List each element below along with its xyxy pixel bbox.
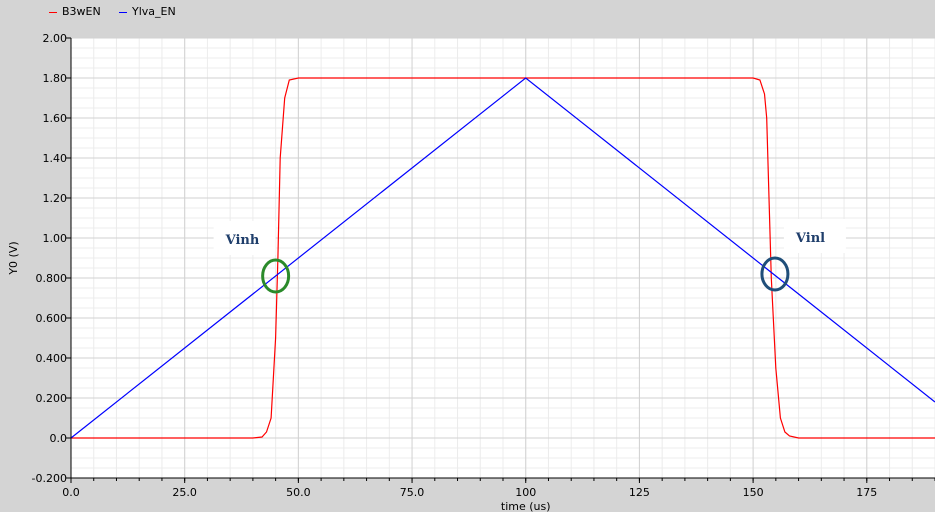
y-tick-label: 1.00	[43, 232, 68, 245]
y-tick-label: 1.40	[43, 152, 68, 165]
annotation-label-2: Vinl	[795, 231, 825, 246]
y-tick-label: 1.60	[43, 112, 68, 125]
x-tick-label: 25.0	[172, 486, 197, 499]
y-axis-label: Y0 (V)	[7, 241, 20, 275]
y-tick-label: 0.600	[36, 312, 68, 325]
x-tick-label: 125	[629, 486, 650, 499]
y-tick-label: -0.200	[32, 472, 67, 485]
y-tick-label: 1.80	[43, 72, 68, 85]
y-tick-label: 0.200	[36, 392, 68, 405]
annotation-label-1: Vinh	[225, 233, 260, 248]
x-tick-label: 75.0	[400, 486, 425, 499]
x-tick-label: 0.0	[62, 486, 80, 499]
x-axis-label: time (us)	[501, 500, 551, 512]
plot-svg: Vinh Vinl 0.0 25.0 50.0 75.0 100 125 150 175 -0.2…	[7, 32, 935, 512]
waveform-chart: B3wEN Ylva_EN Vinh Vinl 0.0 25.0 50.0 75.0 10…	[0, 0, 935, 512]
y-tick-label: 0.400	[36, 352, 68, 365]
x-tick-label: 175	[856, 486, 877, 499]
x-tick-label: 150	[743, 486, 764, 499]
y-tick-label: 1.20	[43, 192, 68, 205]
x-tick-label: 50.0	[286, 486, 311, 499]
y-tick-label: 0.800	[36, 272, 68, 285]
y-tick-label: 2.00	[43, 32, 68, 45]
x-tick-label: 100	[515, 486, 536, 499]
y-tick-label: 0.0	[50, 432, 68, 445]
